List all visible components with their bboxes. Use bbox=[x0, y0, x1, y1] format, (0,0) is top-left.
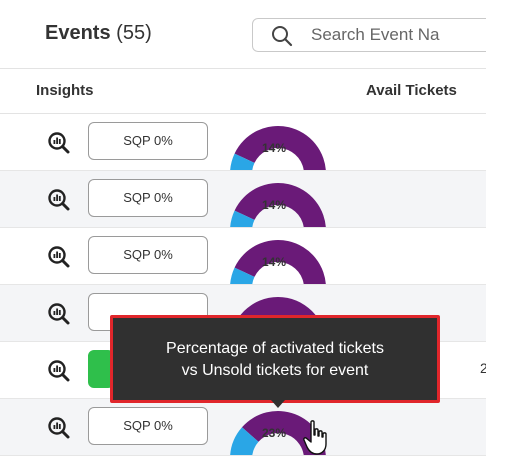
tooltip-arrow bbox=[271, 400, 285, 408]
events-title: Events (55) bbox=[45, 22, 152, 45]
gauge-percent-label: 14% bbox=[262, 255, 287, 269]
sqp-button[interactable]: SQP 0% bbox=[88, 236, 208, 274]
events-count: (55) bbox=[116, 22, 152, 44]
sqp-button[interactable]: SQP 0% bbox=[88, 122, 208, 160]
events-title-label: Events bbox=[45, 22, 111, 44]
table-row[interactable]: SQP 0% 14% bbox=[0, 171, 505, 228]
tooltip-line-1: Percentage of activated tickets bbox=[166, 340, 384, 357]
sqp-button[interactable]: SQP 0% bbox=[88, 407, 208, 445]
insights-zoom-icon[interactable] bbox=[47, 359, 71, 383]
insights-zoom-icon[interactable] bbox=[47, 416, 71, 440]
column-avail-tickets[interactable]: Avail Tickets bbox=[366, 82, 457, 99]
column-insights[interactable]: Insights bbox=[36, 82, 94, 99]
table-row[interactable]: SQP 0% 14% bbox=[0, 228, 505, 285]
search-placeholder: Search Event Na bbox=[311, 25, 440, 44]
gauge-percent-label: 14% bbox=[262, 198, 287, 212]
hand-pointer-cursor-icon bbox=[303, 420, 327, 455]
gauge-tooltip: Percentage of activated tickets vs Unsol… bbox=[110, 315, 440, 408]
insights-zoom-icon[interactable] bbox=[47, 131, 71, 155]
gauge-percent-label: 14% bbox=[262, 141, 287, 155]
table-row[interactable]: SQP 0% 14% bbox=[0, 114, 505, 171]
tooltip-line-2: vs Unsold tickets for event bbox=[181, 362, 369, 379]
events-header: Events (55) Search Event Na bbox=[0, 0, 505, 68]
table-column-header: Insights Avail Tickets bbox=[0, 68, 505, 114]
table-clip-edge bbox=[486, 0, 505, 467]
search-input[interactable]: Search Event Na bbox=[252, 18, 497, 52]
gauge-percent-label: 23% bbox=[262, 426, 287, 440]
insights-zoom-icon[interactable] bbox=[47, 245, 71, 269]
sqp-button[interactable]: SQP 0% bbox=[88, 179, 208, 217]
insights-zoom-icon[interactable] bbox=[47, 302, 71, 326]
table-row[interactable]: SQP 0% 23% bbox=[0, 399, 505, 456]
search-icon bbox=[272, 26, 293, 47]
insights-zoom-icon[interactable] bbox=[47, 188, 71, 212]
